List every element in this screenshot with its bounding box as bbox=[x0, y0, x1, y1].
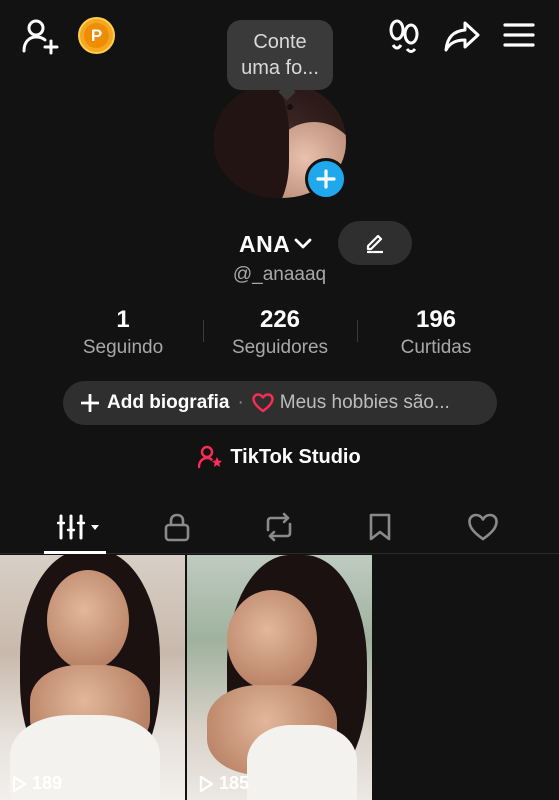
thumbnail-top bbox=[247, 725, 357, 800]
display-name: ANA bbox=[239, 230, 291, 257]
hamburger-menu-icon[interactable] bbox=[501, 20, 537, 50]
name-switcher[interactable]: ANA bbox=[239, 229, 312, 259]
view-count: 189 bbox=[10, 773, 62, 794]
videos-grid-icon bbox=[57, 514, 99, 540]
tiktok-studio-link[interactable]: TikTok Studio bbox=[0, 445, 559, 469]
chevron-down-icon bbox=[294, 238, 312, 249]
pencil-icon bbox=[366, 234, 383, 254]
stat-followers[interactable]: 226 Seguidores bbox=[200, 305, 360, 361]
avatar-prompt-bubble[interactable]: Conte uma fo... bbox=[227, 20, 333, 90]
coin-label: P bbox=[84, 23, 109, 48]
avatar-photo-detail bbox=[287, 104, 293, 110]
stat-likes-value: 196 bbox=[415, 306, 457, 333]
share-arrow-icon[interactable] bbox=[442, 17, 482, 55]
add-bio-button[interactable]: Add biografia · Meus hobbies são... bbox=[63, 381, 497, 425]
tab-saved[interactable] bbox=[340, 500, 420, 554]
video-thumbnail[interactable]: 185 bbox=[187, 555, 372, 800]
tab-videos[interactable] bbox=[40, 500, 120, 554]
stat-followers-label: Seguidores bbox=[231, 337, 329, 358]
play-icon bbox=[12, 775, 27, 792]
play-icon bbox=[199, 775, 214, 792]
bookmark-icon bbox=[369, 513, 391, 541]
video-grid: 189 185 bbox=[0, 555, 559, 800]
heart-icon bbox=[468, 513, 498, 541]
thumbnail-face bbox=[227, 590, 317, 690]
person-plus-icon[interactable] bbox=[20, 16, 62, 56]
edit-profile-button[interactable] bbox=[338, 221, 412, 265]
plus-icon bbox=[316, 169, 336, 189]
stat-followers-value: 226 bbox=[259, 306, 301, 333]
coin-icon[interactable]: P bbox=[78, 17, 115, 54]
hobby-prompt-text: Meus hobbies são... bbox=[279, 392, 450, 413]
tab-reposts[interactable] bbox=[239, 500, 319, 554]
username-handle: @_anaaaq bbox=[232, 264, 327, 285]
plus-icon bbox=[81, 394, 99, 412]
stat-likes[interactable]: 196 Curtidas bbox=[356, 305, 516, 361]
stat-divider bbox=[357, 320, 358, 342]
view-count-value: 189 bbox=[32, 773, 63, 793]
tab-liked[interactable] bbox=[443, 500, 523, 554]
footprints-icon[interactable] bbox=[386, 17, 422, 55]
heart-icon bbox=[252, 393, 274, 413]
video-thumbnail[interactable]: 189 bbox=[0, 555, 185, 800]
studio-label: TikTok Studio bbox=[230, 445, 361, 468]
stat-following-label: Seguindo bbox=[82, 337, 164, 358]
add-avatar-button[interactable] bbox=[305, 158, 347, 200]
add-bio-label: Add biografia bbox=[107, 392, 230, 413]
bubble-line-2: uma fo... bbox=[241, 57, 319, 79]
studio-person-star-icon bbox=[198, 445, 223, 469]
repost-icon bbox=[266, 512, 292, 542]
avatar-photo-hair bbox=[214, 82, 289, 198]
stat-likes-label: Curtidas bbox=[400, 337, 472, 358]
tab-private[interactable] bbox=[137, 500, 217, 554]
bio-separator: · bbox=[237, 392, 244, 413]
stat-following[interactable]: 1 Seguindo bbox=[43, 305, 203, 361]
stat-divider bbox=[203, 320, 204, 342]
thumbnail-face bbox=[47, 570, 129, 670]
view-count-value: 185 bbox=[219, 773, 250, 793]
profile-tabs bbox=[0, 500, 559, 554]
lock-icon bbox=[164, 513, 190, 542]
active-tab-indicator bbox=[44, 551, 106, 554]
stat-following-value: 1 bbox=[116, 306, 130, 333]
stats-row: 1 Seguindo 226 Seguidores 196 Curtidas bbox=[0, 305, 559, 365]
bubble-line-1: Conte bbox=[253, 31, 307, 53]
view-count: 185 bbox=[197, 773, 249, 794]
